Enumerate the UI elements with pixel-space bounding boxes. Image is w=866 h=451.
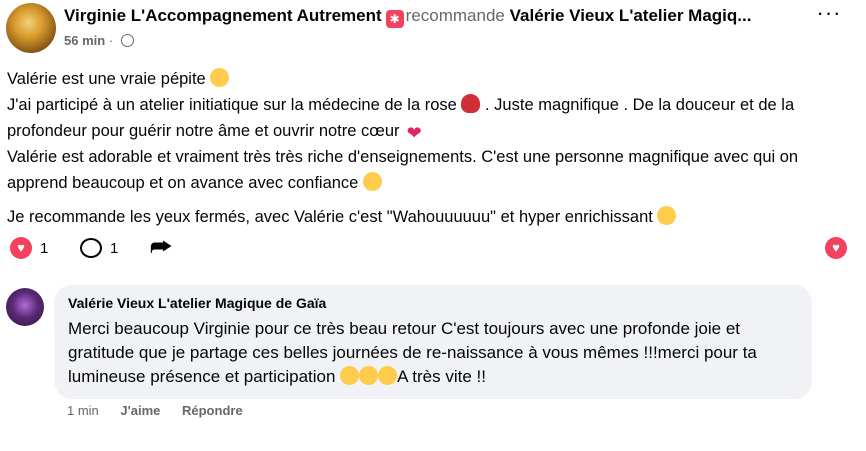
post-actions: ♥ 1 1 ⮫ ♥ xyxy=(10,234,856,262)
reply-meta: 1 min J'aime Répondre xyxy=(67,403,261,418)
reply-button[interactable]: Répondre xyxy=(182,403,243,418)
star-struck-emoji-icon xyxy=(210,68,230,87)
post-line-text: J'ai participé à un atelier initiatique … xyxy=(7,96,457,114)
post-line-text: Valérie est une vraie pépite xyxy=(7,70,206,88)
comment-button[interactable]: 1 xyxy=(80,234,118,262)
author-name[interactable]: Virginie L'Accompagnement Autrement xyxy=(64,6,382,25)
share-icon: ⮫ xyxy=(150,234,173,261)
smiling-face-with-hearts-emoji-icon xyxy=(362,172,382,191)
post-line-text: Je recommande les yeux fermés, avec Valé… xyxy=(7,208,653,226)
post-line-text: Valérie est adorable et vraiment très tr… xyxy=(7,148,799,192)
post-time[interactable]: 56 min xyxy=(64,33,105,48)
reply-text: Merci beaucoup Virginie pour ce très bea… xyxy=(68,317,803,389)
recommend-text: recommande xyxy=(405,6,505,25)
meta-separator: · xyxy=(108,33,114,48)
reply-author-avatar[interactable] xyxy=(6,288,44,326)
post-line: J'ai participé à un atelier initiatique … xyxy=(7,92,857,144)
author-avatar[interactable] xyxy=(6,3,56,53)
globe-icon xyxy=(120,34,134,47)
post-line: Valérie est adorable et vraiment très tr… xyxy=(7,144,857,196)
share-button[interactable]: ⮫ xyxy=(150,234,172,262)
post-meta: 56 min · xyxy=(64,33,134,48)
reply-author-name[interactable]: Valérie Vieux L'atelier Magique de Gaïa xyxy=(68,295,326,311)
heart-eyes-emoji-icon xyxy=(340,366,360,385)
heart-eyes-emoji-icon xyxy=(657,206,677,225)
react-button[interactable]: ♥ 1 xyxy=(10,234,48,262)
recommended-page-name[interactable]: Valérie Vieux L'atelier Magiq... xyxy=(510,6,752,25)
heart-reaction-icon: ♥ xyxy=(10,237,32,259)
react-heart-icon: ♥ xyxy=(825,237,847,259)
broken-heart-emoji-icon: ❤ xyxy=(406,123,422,143)
post-line: Je recommande les yeux fermés, avec Valé… xyxy=(7,204,857,230)
reactions-count: 1 xyxy=(40,239,49,257)
react-heart-button[interactable]: ♥ xyxy=(825,234,847,262)
post-header: Virginie L'Accompagnement Autrement ✱ reco… xyxy=(64,6,804,28)
post-body: Valérie est une vraie pépite J'ai partic… xyxy=(7,66,857,230)
comment-icon xyxy=(80,238,102,258)
reply-text-end: A très vite !! xyxy=(397,367,486,386)
reply-time[interactable]: 1 min xyxy=(67,403,99,418)
more-options-icon[interactable]: ··· xyxy=(816,2,842,32)
smiling-face-emoji-icon xyxy=(378,366,398,385)
comments-count: 1 xyxy=(110,239,119,257)
recommend-icon: ✱ xyxy=(385,10,404,28)
smiling-face-with-hearts-emoji-icon xyxy=(359,366,379,385)
post-line: Valérie est une vraie pépite xyxy=(7,66,857,92)
rose-emoji-icon xyxy=(461,94,481,113)
like-button[interactable]: J'aime xyxy=(120,403,160,418)
